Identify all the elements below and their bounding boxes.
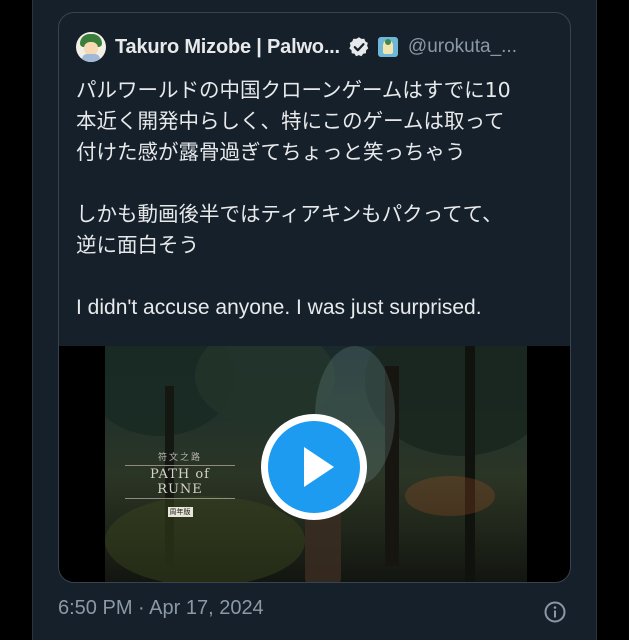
tweet-text-paragraph-3: I didn't accuse anyone. I was just surpr… <box>76 296 482 319</box>
quoted-tweet-card[interactable]: Takuro Mizobe | Palwo... @urokuta_... パル… <box>58 12 571 583</box>
video-media[interactable]: 符文之路 PATH of RUNE 周年版 <box>59 346 570 582</box>
author-handle[interactable]: @urokuta_... <box>408 36 517 58</box>
screen: Takuro Mizobe | Palwo... @urokuta_... パル… <box>0 0 629 640</box>
info-icon[interactable] <box>543 600 567 624</box>
author-avatar[interactable] <box>76 32 106 62</box>
tweet-text-paragraph-1: パルワールドの中国クローンゲームはすでに10 本近く開発中らしく、特にこのゲーム… <box>76 78 511 164</box>
quoted-tweet-text: パルワールドの中国クローンゲームはすでに10 本近く開発中らしく、特にこのゲーム… <box>76 75 556 323</box>
game-logo-title: PATH of RUNE <box>125 465 235 499</box>
game-logo-subtitle: 符文之路 <box>157 453 202 463</box>
author-name[interactable]: Takuro Mizobe | Palwo... <box>115 36 340 59</box>
game-logo: 符文之路 PATH of RUNE 周年版 <box>125 450 235 518</box>
play-icon <box>268 421 360 513</box>
quoted-tweet-header: Takuro Mizobe | Palwo... @urokuta_... <box>76 29 556 65</box>
affiliate-badge-icon <box>377 37 398 57</box>
tweet-timestamp[interactable]: 6:50 PM · Apr 17, 2024 <box>58 597 264 620</box>
play-button[interactable] <box>261 414 367 520</box>
verified-badge-icon <box>349 37 369 57</box>
game-logo-tag: 周年版 <box>167 507 193 517</box>
tweet-text-paragraph-2: しかも動画後半ではティアキンもパクってて、 逆に面白そう <box>76 202 503 257</box>
